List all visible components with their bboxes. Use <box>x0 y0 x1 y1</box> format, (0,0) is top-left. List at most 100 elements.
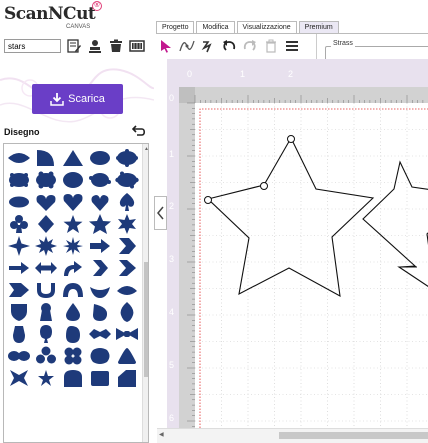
shape-star-5-b[interactable] <box>87 213 113 235</box>
scroll-up-icon[interactable]: ▲ <box>144 146 148 152</box>
delete-icon[interactable] <box>263 38 279 54</box>
shape-heart-3[interactable] <box>87 191 113 213</box>
collapse-panel-button[interactable] <box>154 196 167 230</box>
shape-balloon[interactable] <box>33 323 59 345</box>
download-label: Scarica <box>68 93 105 105</box>
shape-trefoil[interactable] <box>33 345 59 367</box>
strass-title: Strass <box>331 40 355 47</box>
shape-keyhole[interactable] <box>33 301 59 323</box>
canvas-horizontal-scrollbar[interactable]: ◀ <box>157 428 428 443</box>
left-panel: ScanNCut CANVAS ® Scarica <box>0 0 154 443</box>
shape-crescent-smile[interactable] <box>87 279 113 301</box>
edit-toolbar <box>158 37 300 55</box>
shape-heart[interactable] <box>33 191 59 213</box>
left-toolbar <box>65 36 145 56</box>
shape-drop-tilt[interactable] <box>87 301 113 323</box>
shape-drop-down[interactable] <box>6 323 32 345</box>
shape-arch[interactable] <box>60 279 86 301</box>
shape-star-6[interactable] <box>114 213 140 235</box>
shape-shield[interactable] <box>6 301 32 323</box>
shape-burst-8[interactable] <box>33 235 59 257</box>
shape-arrow-notched[interactable] <box>6 279 32 301</box>
shape-quatrefoil[interactable] <box>60 345 86 367</box>
edit-node-handle[interactable] <box>204 196 212 204</box>
shape-quarter-circle[interactable] <box>33 147 59 169</box>
select-arrow-icon[interactable] <box>158 38 174 54</box>
shape-egg-tilt[interactable] <box>60 323 86 345</box>
canvas-area: 0 1 2 0 1 2 3 4 5 6 <box>167 59 428 443</box>
shape-ellipse[interactable] <box>87 147 113 169</box>
ruler-label-left-6: 6 <box>169 413 174 423</box>
shape-double-arrow[interactable] <box>33 257 59 279</box>
undo-icon[interactable] <box>221 38 237 54</box>
download-button[interactable]: Scarica <box>32 84 123 114</box>
shape-chevron-2[interactable] <box>87 257 113 279</box>
shape-arrow-right[interactable] <box>87 235 113 257</box>
shape-leaf[interactable] <box>114 301 140 323</box>
shape-bow-tie[interactable] <box>114 323 140 345</box>
shape-lips[interactable] <box>87 323 113 345</box>
shape-diamond[interactable] <box>33 213 59 235</box>
node-edit-icon[interactable] <box>179 38 195 54</box>
freehand-icon[interactable] <box>200 38 216 54</box>
shape-wavy-oval[interactable] <box>6 169 32 191</box>
shape-club[interactable] <box>6 213 32 235</box>
ruler-label-left-4: 4 <box>169 307 174 317</box>
shape-leaf-drop[interactable] <box>114 279 140 301</box>
scrollbar-thumb[interactable] <box>279 432 428 439</box>
shape-lens[interactable] <box>6 147 32 169</box>
user-stamp-icon[interactable] <box>86 36 103 56</box>
shape-blob[interactable] <box>87 345 113 367</box>
shape-arch-rect[interactable] <box>60 367 86 389</box>
shape-scalloped-oval-2[interactable] <box>60 169 86 191</box>
shape-flat-oval[interactable] <box>6 191 32 213</box>
shape-star-5[interactable] <box>60 213 86 235</box>
shape-flower-oval[interactable] <box>87 169 113 191</box>
edit-node-handle[interactable] <box>287 135 295 143</box>
ruler-label-left-3: 3 <box>169 254 174 264</box>
shape-library-scrollbar[interactable]: ▲ <box>142 144 148 442</box>
shape-cloud-oval[interactable] <box>33 169 59 191</box>
shape-scalloped-oval-3[interactable] <box>114 169 140 191</box>
shape-cup[interactable] <box>33 279 59 301</box>
shape-star-small[interactable] <box>33 367 59 389</box>
shape-scalloped-oval[interactable] <box>114 147 140 169</box>
ruler-label-top-2: 2 <box>288 69 293 79</box>
shape-triangle-round[interactable] <box>114 345 140 367</box>
ruler-label-left-5: 5 <box>169 360 174 370</box>
scrollbar-thumb[interactable] <box>144 262 148 377</box>
ruler-label-left-1: 1 <box>169 149 174 159</box>
shape-burst-star[interactable] <box>60 235 86 257</box>
shape-round-rect[interactable] <box>87 367 113 389</box>
document-edit-icon[interactable] <box>65 36 82 56</box>
shape-drop[interactable] <box>60 301 86 323</box>
menu-icon[interactable] <box>284 38 300 54</box>
ruler-label-top-1: 1 <box>240 69 245 79</box>
chevron-left-icon <box>157 206 164 220</box>
shape-curved-arrow[interactable] <box>60 257 86 279</box>
trash-box-icon[interactable] <box>107 36 124 56</box>
shape-chevron-right[interactable] <box>114 235 140 257</box>
shape-heart-2[interactable] <box>60 191 86 213</box>
shape-library: ▲ <box>3 143 149 443</box>
shape-chevron-3[interactable] <box>114 257 140 279</box>
redo-icon[interactable] <box>242 38 258 54</box>
undo-arrow-icon[interactable] <box>132 125 146 137</box>
ruler-label-left-2: 2 <box>169 201 174 211</box>
cutting-mat-icon[interactable] <box>128 36 145 56</box>
shape-ovals-pair[interactable] <box>6 345 32 367</box>
shape-star-4[interactable] <box>6 235 32 257</box>
design-canvas[interactable]: 0 1 2 0 1 2 3 4 5 6 <box>167 59 428 443</box>
scroll-left-icon[interactable]: ◀ <box>159 431 164 438</box>
ruler-label-left-0: 0 <box>169 93 174 103</box>
logo-subtext: CANVAS <box>66 24 91 30</box>
edit-node-handle[interactable] <box>260 182 268 190</box>
shape-spade[interactable] <box>114 191 140 213</box>
logo-registered-mark: ® <box>92 1 102 11</box>
search-input[interactable] <box>4 39 61 53</box>
shape-corner-cut[interactable] <box>114 367 140 389</box>
app-logo: ScanNCut CANVAS ® <box>4 1 124 30</box>
shape-cross-x[interactable] <box>6 367 32 389</box>
shape-arrow-right-thin[interactable] <box>6 257 32 279</box>
shape-triangle[interactable] <box>60 147 86 169</box>
